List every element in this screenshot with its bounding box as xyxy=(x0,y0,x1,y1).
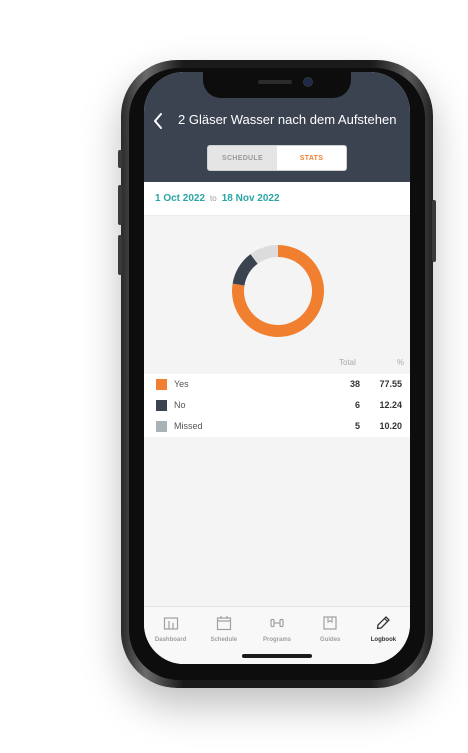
side-button-volume-down xyxy=(118,235,122,275)
side-button-mute xyxy=(118,150,122,168)
home-indicator xyxy=(242,654,312,658)
dumbbell-icon xyxy=(270,618,284,628)
column-total: Total xyxy=(339,358,356,367)
row-label: Missed xyxy=(174,421,203,431)
date-separator: to xyxy=(210,194,217,203)
stats-table: Yes 38 77.55 No 6 12.24 Missed 5 10.20 xyxy=(144,374,410,437)
tab-label: Schedule xyxy=(210,637,238,643)
donut-chart xyxy=(232,245,324,337)
tab-label: Programs xyxy=(263,637,292,643)
pencil-icon xyxy=(377,616,391,630)
row-total: 38 xyxy=(349,379,360,389)
donut-slice-no xyxy=(232,254,258,286)
tab-stats[interactable]: STATS xyxy=(277,146,346,170)
stats-row-no: No 6 12.24 xyxy=(144,395,410,416)
column-percent: % xyxy=(396,358,404,367)
tab-schedule[interactable]: SCHEDULE xyxy=(208,146,277,170)
speaker-grille xyxy=(258,80,292,84)
row-percent: 12.24 xyxy=(379,400,402,410)
row-percent: 10.20 xyxy=(379,421,402,431)
row-total: 5 xyxy=(354,421,360,431)
back-icon[interactable] xyxy=(152,112,164,130)
page-title: 2 Gläser Wasser nach dem Aufstehen xyxy=(178,112,397,127)
legend-swatch-missed xyxy=(156,421,167,432)
tab-logbook[interactable]: Logbook xyxy=(357,607,410,664)
row-label: No xyxy=(174,400,186,410)
row-label: Yes xyxy=(174,379,189,389)
book-icon xyxy=(323,616,337,630)
stats-header: Total % xyxy=(144,358,410,372)
legend-swatch-no xyxy=(156,400,167,411)
side-button-power xyxy=(432,200,436,262)
side-button-volume-up xyxy=(118,185,122,225)
tab-dashboard[interactable]: Dashboard xyxy=(144,607,197,664)
dashboard-icon xyxy=(163,617,178,630)
view-toggle: SCHEDULE STATS xyxy=(207,145,347,171)
phone-notch xyxy=(203,72,351,98)
date-range[interactable]: 1 Oct 2022 to 18 Nov 2022 xyxy=(144,182,410,216)
row-total: 6 xyxy=(354,400,360,410)
stats-row-missed: Missed 5 10.20 xyxy=(144,416,410,437)
date-from[interactable]: 1 Oct 2022 xyxy=(155,193,205,204)
legend-swatch-yes xyxy=(156,379,167,390)
calendar-icon xyxy=(216,616,231,631)
stats-row-yes: Yes 38 77.55 xyxy=(144,374,410,395)
row-percent: 77.55 xyxy=(379,379,402,389)
tab-label: Logbook xyxy=(370,637,397,643)
tab-label: Dashboard xyxy=(154,637,187,643)
front-camera xyxy=(303,77,313,87)
app-screen: 2 Gläser Wasser nach dem Aufstehen SCHED… xyxy=(144,72,410,664)
date-to[interactable]: 18 Nov 2022 xyxy=(222,193,280,204)
tab-label: Guides xyxy=(320,637,341,643)
